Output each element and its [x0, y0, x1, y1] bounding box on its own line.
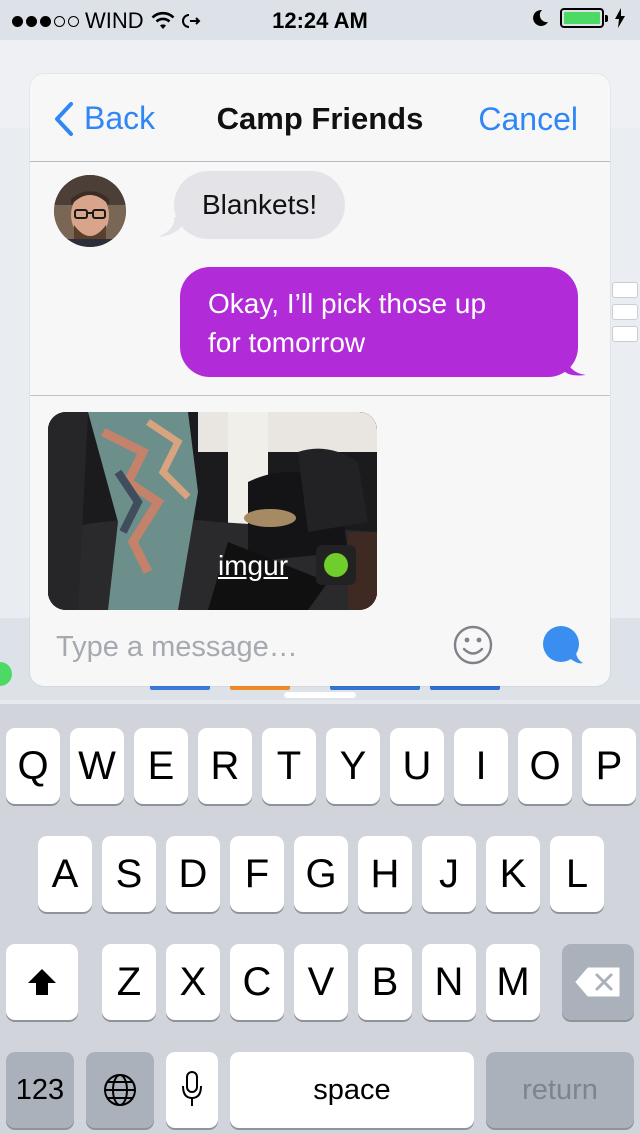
message-input[interactable]	[56, 624, 436, 670]
key-g[interactable]: G	[294, 836, 348, 912]
live-badge-icon	[316, 545, 356, 585]
background-key	[612, 304, 638, 320]
shift-icon	[28, 969, 56, 995]
key-p[interactable]: P	[582, 728, 636, 804]
key-b[interactable]: B	[358, 944, 412, 1020]
numbers-key[interactable]: 123	[6, 1052, 74, 1128]
globe-key[interactable]	[86, 1052, 154, 1128]
shift-key[interactable]	[6, 944, 78, 1020]
incoming-message-bubble: Blankets!	[174, 171, 346, 239]
outgoing-message-bubble: Okay, I’ll pick those up for tomorrow	[180, 267, 578, 377]
key-s[interactable]: S	[102, 836, 156, 912]
attachment-source-label: imgur	[218, 550, 289, 581]
charging-bolt-icon	[615, 8, 625, 28]
key-o[interactable]: O	[518, 728, 572, 804]
keyboard: Q W E R T Y U I O P A S D F G H J K L Z …	[0, 704, 640, 1134]
key-x[interactable]: X	[166, 944, 220, 1020]
sheet-nav-bar: Back Camp Friends Cancel	[30, 74, 610, 162]
moon-icon	[533, 9, 548, 26]
avatar	[54, 175, 126, 247]
key-r[interactable]: R	[198, 728, 252, 804]
key-z[interactable]: Z	[102, 944, 156, 1020]
key-u[interactable]: U	[390, 728, 444, 804]
space-key[interactable]: space	[230, 1052, 474, 1128]
outgoing-message-line: Okay, I’ll pick those up	[208, 288, 487, 319]
keyboard-grabber[interactable]	[284, 692, 356, 698]
key-n[interactable]: N	[422, 944, 476, 1020]
microphone-icon	[182, 1071, 202, 1106]
key-i[interactable]: I	[454, 728, 508, 804]
key-c[interactable]: C	[230, 944, 284, 1020]
image-attachment[interactable]: imgur	[48, 412, 377, 610]
background-key	[612, 326, 638, 342]
background-green-dot	[0, 662, 12, 686]
key-w[interactable]: W	[70, 728, 124, 804]
background-right-panel	[608, 128, 640, 618]
key-m[interactable]: M	[486, 944, 540, 1020]
chat-bubble-icon[interactable]	[540, 625, 584, 667]
key-y[interactable]: Y	[326, 728, 380, 804]
outgoing-message-line: for tomorrow	[208, 327, 366, 358]
delete-key[interactable]	[562, 944, 634, 1020]
key-q[interactable]: Q	[6, 728, 60, 804]
key-e[interactable]: E	[134, 728, 188, 804]
key-d[interactable]: D	[166, 836, 220, 912]
thread-divider	[30, 395, 610, 396]
background-left-panel	[0, 128, 32, 618]
key-k[interactable]: K	[486, 836, 540, 912]
status-right	[530, 8, 626, 28]
key-f[interactable]: F	[230, 836, 284, 912]
dictation-key[interactable]	[166, 1052, 218, 1128]
smiley-icon[interactable]	[452, 624, 494, 666]
battery-icon	[560, 8, 608, 28]
key-v[interactable]: V	[294, 944, 348, 1020]
key-h[interactable]: H	[358, 836, 412, 912]
background-key	[612, 282, 638, 298]
globe-icon	[104, 1074, 136, 1106]
status-bar: WIND 12:24 AM	[0, 0, 640, 40]
share-sheet: Back Camp Friends Cancel Blankets! Okay,…	[30, 74, 610, 686]
message-thread[interactable]: Blankets! Okay, I’ll pick those up for t…	[30, 163, 610, 395]
cancel-button[interactable]: Cancel	[478, 101, 578, 138]
key-a[interactable]: A	[38, 836, 92, 912]
return-key[interactable]: return	[486, 1052, 634, 1128]
key-j[interactable]: J	[422, 836, 476, 912]
key-t[interactable]: T	[262, 728, 316, 804]
key-l[interactable]: L	[550, 836, 604, 912]
backspace-icon	[575, 967, 620, 997]
